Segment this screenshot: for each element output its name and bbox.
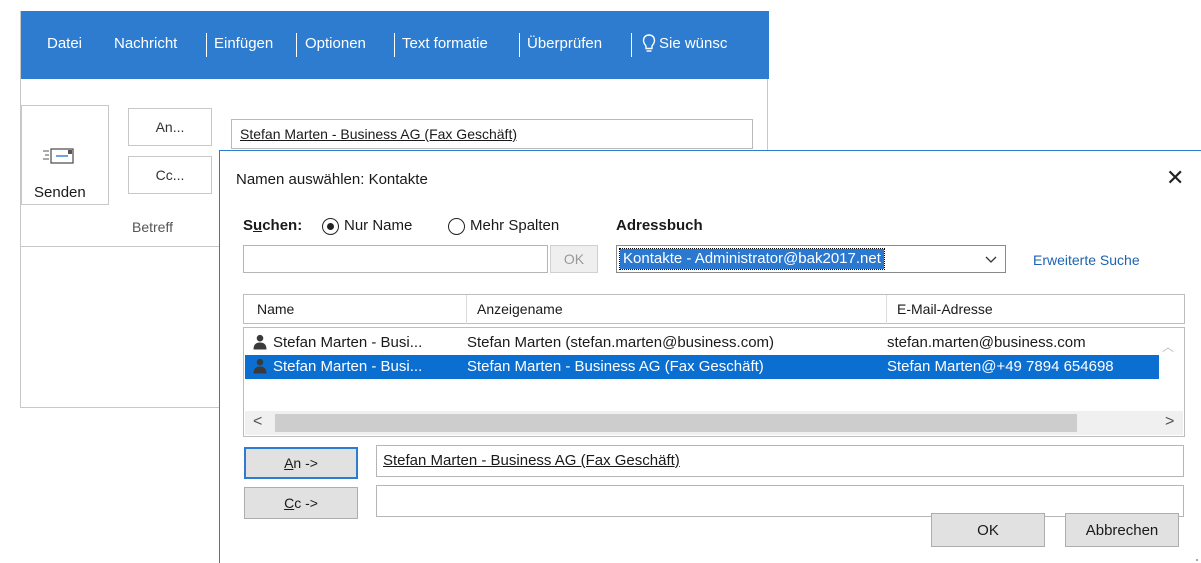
subject-label: Betreff bbox=[132, 219, 173, 235]
contact-person-icon bbox=[253, 358, 267, 374]
tab-ueberpruefen[interactable]: Überprüfen bbox=[527, 35, 602, 52]
row-email: stefan.marten@business.com bbox=[887, 334, 1086, 351]
scroll-right-icon[interactable]: > bbox=[1165, 413, 1174, 431]
column-header-name[interactable]: Name bbox=[257, 301, 294, 317]
list-header: Name Anzeigename E-Mail-Adresse bbox=[243, 294, 1185, 324]
column-separator[interactable] bbox=[886, 295, 887, 324]
list-item-selected[interactable]: Stefan Marten - Busi... Stefan Marten - … bbox=[245, 355, 1159, 379]
to-recipient: Stefan Marten - Business AG (Fax Geschäf… bbox=[240, 126, 517, 142]
lightbulb-icon[interactable] bbox=[642, 33, 656, 55]
ok-button[interactable]: OK bbox=[931, 513, 1045, 547]
row-name: Stefan Marten - Busi... bbox=[273, 334, 423, 351]
send-label: Senden bbox=[34, 184, 86, 201]
dialog-title: Namen auswählen: Kontakte bbox=[236, 171, 428, 188]
tab-nachricht[interactable]: Nachricht bbox=[114, 35, 177, 52]
select-names-dialog: Namen auswählen: Kontakte ✕ Suchen: Nur … bbox=[219, 150, 1201, 563]
tab-optionen[interactable]: Optionen bbox=[305, 35, 366, 52]
scroll-left-icon[interactable]: < bbox=[253, 413, 262, 431]
tab-einfuegen[interactable]: Einfügen bbox=[214, 35, 273, 52]
column-separator[interactable] bbox=[466, 295, 467, 324]
column-header-email[interactable]: E-Mail-Adresse bbox=[897, 301, 993, 317]
column-header-display-name[interactable]: Anzeigename bbox=[477, 301, 563, 317]
add-cc-button[interactable]: Cc -> bbox=[244, 487, 358, 519]
radio-name-only[interactable] bbox=[322, 218, 339, 235]
list-item[interactable]: Stefan Marten - Busi... Stefan Marten (s… bbox=[245, 331, 1159, 355]
cc-button[interactable]: Cc... bbox=[128, 156, 212, 194]
row-name: Stefan Marten - Busi... bbox=[273, 358, 423, 375]
tab-datei[interactable]: Datei bbox=[47, 35, 82, 52]
row-display-name: Stefan Marten - Business AG (Fax Geschäf… bbox=[467, 358, 764, 375]
ribbon-separator bbox=[519, 33, 520, 57]
radio-more-columns-label[interactable]: Mehr Spalten bbox=[470, 217, 559, 234]
ribbon-separator bbox=[296, 33, 297, 57]
search-ok-button[interactable]: OK bbox=[550, 245, 598, 273]
ribbon-separator bbox=[206, 33, 207, 57]
to-recipient: Stefan Marten - Business AG (Fax Geschäf… bbox=[383, 452, 680, 469]
cc-recipients-field[interactable] bbox=[376, 485, 1184, 517]
radio-name-only-label[interactable]: Nur Name bbox=[344, 217, 412, 234]
chevron-down-icon bbox=[985, 256, 997, 263]
search-label: Suchen: bbox=[243, 217, 303, 234]
radio-more-columns[interactable] bbox=[448, 218, 465, 235]
ribbon-separator bbox=[394, 33, 395, 57]
add-to-button[interactable]: An -> bbox=[244, 447, 358, 479]
close-icon[interactable]: ✕ bbox=[1166, 165, 1184, 191]
search-input[interactable] bbox=[243, 245, 548, 273]
addressbook-label: Adressbuch bbox=[616, 217, 703, 234]
resize-grip-icon[interactable] bbox=[1191, 554, 1199, 562]
scrollbar-thumb[interactable] bbox=[275, 414, 1077, 432]
envelope-send-icon bbox=[43, 148, 74, 164]
contacts-list: Stefan Marten - Busi... Stefan Marten (s… bbox=[243, 327, 1185, 437]
row-display-name: Stefan Marten (stefan.marten@business.co… bbox=[467, 334, 775, 351]
scroll-up-icon[interactable]: ︿ bbox=[1162, 338, 1174, 355]
advanced-search-link[interactable]: Erweiterte Suche bbox=[1033, 252, 1140, 268]
to-button[interactable]: An... bbox=[128, 108, 212, 146]
row-email: Stefan Marten@+49 7894 654698 bbox=[887, 358, 1114, 375]
ribbon: Datei Nachricht Einfügen Optionen Text f… bbox=[21, 11, 769, 79]
message-body[interactable] bbox=[21, 246, 221, 408]
addressbook-select[interactable]: Kontakte - Administrator@bak2017.net bbox=[616, 245, 1006, 273]
addressbook-selected-value: Kontakte - Administrator@bak2017.net bbox=[619, 248, 885, 270]
tab-text-formatieren[interactable]: Text formatie bbox=[402, 35, 488, 52]
ribbon-separator bbox=[631, 33, 632, 57]
cancel-button[interactable]: Abbrechen bbox=[1065, 513, 1179, 547]
contact-person-icon bbox=[253, 334, 267, 350]
horizontal-scrollbar[interactable]: < > bbox=[245, 411, 1183, 435]
to-field[interactable]: Stefan Marten - Business AG (Fax Geschäf… bbox=[231, 119, 753, 149]
to-recipients-field[interactable]: Stefan Marten - Business AG (Fax Geschäf… bbox=[376, 445, 1184, 477]
tell-me-search[interactable]: Sie wünsc bbox=[659, 35, 727, 52]
